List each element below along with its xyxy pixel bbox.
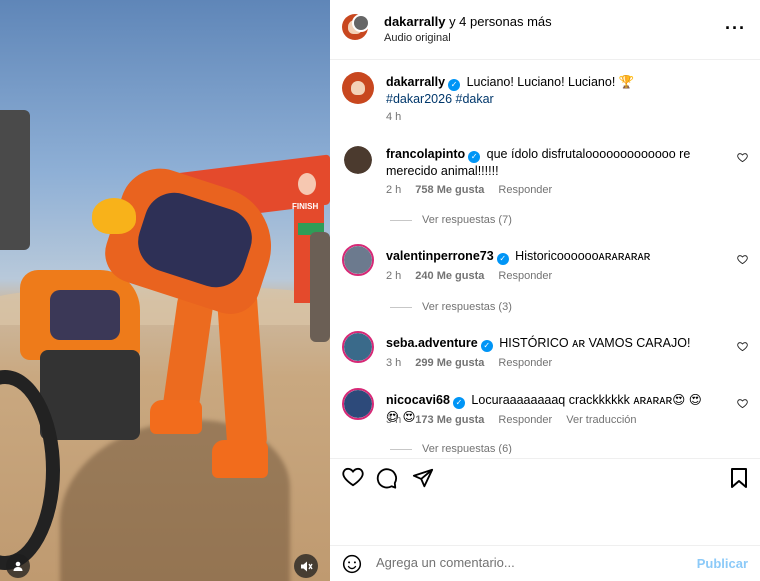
avatar[interactable] — [342, 72, 374, 104]
comment-input[interactable] — [376, 555, 676, 570]
comment-username[interactable]: nicocavi68 — [386, 393, 450, 407]
post-header: dakarrally y 4 personas más Audio origin… — [330, 0, 760, 60]
audio-label[interactable]: Audio original — [384, 32, 451, 44]
post-video[interactable]: FINISH — [0, 0, 330, 581]
bookmark-icon[interactable] — [730, 467, 748, 493]
caption-hashtags[interactable]: #dakar2026 #dakar — [386, 92, 494, 106]
comment-like-icon[interactable] — [737, 398, 748, 412]
finish-label: FINISH — [292, 202, 319, 211]
caption-username[interactable]: dakarrally — [386, 75, 445, 89]
reply-button[interactable]: Responder — [498, 414, 552, 426]
avatar[interactable] — [352, 14, 370, 32]
view-replies-button[interactable]: Ver respuestas (7) — [390, 214, 512, 226]
rider-boot — [150, 400, 202, 434]
reply-button[interactable]: Responder — [498, 270, 552, 282]
comment-likes[interactable]: 240 Me gusta — [415, 270, 484, 282]
comment-time: 3 h — [386, 357, 402, 369]
avatar[interactable] — [342, 144, 374, 176]
translate-button[interactable]: Ver traducción — [566, 414, 636, 426]
comment-username[interactable]: valentinperrone73 — [386, 249, 494, 263]
caption-time: 4 h — [386, 111, 402, 123]
comment-time: 2 h — [386, 270, 402, 282]
comment-likes[interactable]: 299 Me gusta — [415, 357, 484, 369]
comment-likes[interactable]: 173 Me gusta — [415, 414, 484, 426]
comment-time: 2 h — [386, 184, 402, 196]
verified-icon: ✓ — [452, 397, 465, 409]
verified-icon: ✓ — [480, 340, 493, 352]
comment-composer: Publicar — [330, 545, 760, 581]
dakar-logo — [298, 173, 316, 195]
header-username[interactable]: dakarrally y 4 personas más — [384, 14, 552, 29]
comment-like-icon[interactable] — [737, 341, 748, 355]
avatar[interactable] — [342, 388, 374, 420]
rider-boot — [212, 440, 268, 478]
view-replies-button[interactable]: Ver respuestas (6) — [390, 444, 512, 454]
rider-helmet — [92, 198, 136, 234]
verified-icon: ✓ — [468, 151, 481, 163]
action-bar — [330, 458, 760, 498]
publish-button[interactable]: Publicar — [697, 556, 748, 571]
reply-button[interactable]: Responder — [498, 184, 552, 196]
view-replies-button[interactable]: Ver respuestas (3) — [390, 301, 512, 313]
comment-username[interactable]: seba.adventure — [386, 336, 478, 350]
comment-text: HISTÓRICO ᴀʀ VAMOS CARAJO! — [499, 336, 691, 350]
send-icon[interactable] — [412, 467, 434, 493]
avatar[interactable] — [342, 244, 374, 276]
verified-icon: ✓ — [496, 253, 509, 265]
caption-text: Luciano! Luciano! Luciano! 🏆 — [466, 75, 635, 89]
emoji-icon[interactable] — [342, 554, 362, 579]
user-icon[interactable] — [6, 554, 30, 578]
mute-icon[interactable] — [294, 554, 318, 578]
more-icon[interactable]: ··· — [725, 18, 746, 39]
comment-text: Historicooooooᴀʀᴀʀᴀʀᴀʀ — [515, 249, 651, 263]
comment-time: 3 h — [386, 414, 402, 426]
verified-icon: ✓ — [448, 79, 461, 91]
comment-likes[interactable]: 758 Me gusta — [415, 184, 484, 196]
heart-icon[interactable] — [342, 467, 364, 491]
comment-icon[interactable] — [376, 467, 398, 493]
comment-username[interactable]: francolapinto — [386, 147, 465, 161]
post-panel: dakarrally y 4 personas más Audio origin… — [330, 0, 760, 581]
comment-like-icon[interactable] — [737, 254, 748, 268]
reply-button[interactable]: Responder — [498, 357, 552, 369]
avatar[interactable] — [342, 331, 374, 363]
comment-like-icon[interactable] — [737, 152, 748, 166]
bystander — [310, 232, 330, 342]
caption: dakarrally ✓ Luciano! Luciano! Luciano! 🏆… — [386, 74, 726, 108]
